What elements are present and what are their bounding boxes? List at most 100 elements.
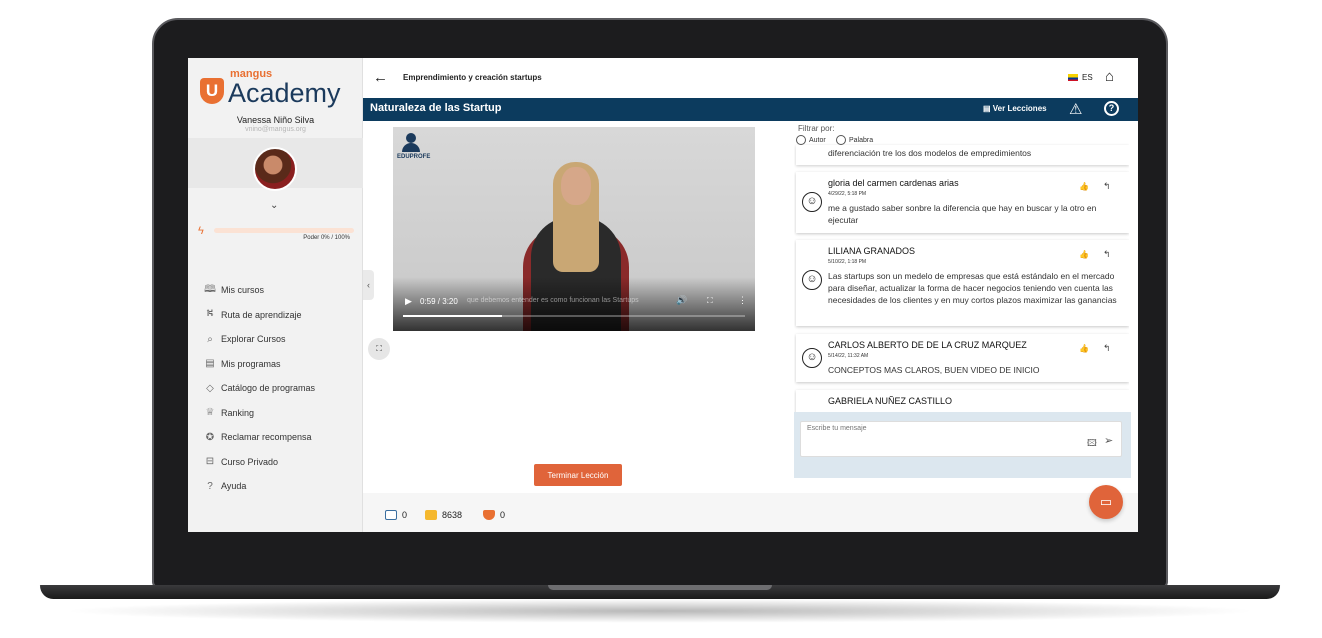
ver-lecciones-label: Ver Lecciones bbox=[992, 104, 1047, 113]
send-icon[interactable]: ➢ bbox=[1104, 434, 1113, 447]
user-email: vnino@mangus.org bbox=[245, 126, 306, 133]
sidebar-item-label: Reclamar recompensa bbox=[221, 432, 312, 443]
play-icon[interactable]: ▶ bbox=[405, 296, 412, 307]
ver-lecciones-button[interactable]: ▤ Ver Lecciones bbox=[983, 104, 1047, 113]
comment-text: Las startups son un medelo de empresas q… bbox=[828, 271, 1117, 305]
sidebar-item-ruta-de-aprendizaje[interactable]: ⛕ Ruta de aprendizaje bbox=[202, 303, 360, 328]
sidebar: mangus U Academy Vanessa Niño Silva vnin… bbox=[188, 58, 363, 532]
comment-date: 5/14/22, 11:32 AM bbox=[828, 353, 869, 359]
filter-autor-radio[interactable]: Autor bbox=[796, 135, 826, 145]
eduprofe-logo-body bbox=[402, 143, 420, 152]
programs-icon: ▤ bbox=[205, 358, 215, 370]
warning-icon[interactable]: ⚠ bbox=[1069, 100, 1082, 118]
message-panel: 🖾 ➢ bbox=[794, 412, 1131, 478]
reply-icon[interactable]: ↰ bbox=[1103, 343, 1111, 354]
stat-value: 8638 bbox=[442, 510, 463, 520]
sidebar-item-label: Mis cursos bbox=[221, 285, 265, 296]
fullscreen-icon[interactable]: ⛶ bbox=[707, 296, 713, 306]
top-header: ← Emprendimiento y creación startups ES … bbox=[363, 58, 1138, 98]
sidebar-item-label: Catálogo de programas bbox=[221, 383, 316, 394]
user-name: Vanessa Niño Silva bbox=[236, 115, 315, 125]
video-progress-bar[interactable] bbox=[403, 315, 745, 317]
comment-card: ☺ CARLOS ALBERTO DE DE LA CRUZ MARQUEZ 5… bbox=[796, 334, 1129, 382]
comment-author: gloria del carmen cardenas arias bbox=[828, 178, 959, 188]
sidebar-item-mis-programas[interactable]: ▤ Mis programas bbox=[202, 352, 360, 377]
comment-card: ☺ LILIANA GRANADOS 5/10/22, 1:18 PM Las … bbox=[796, 240, 1129, 326]
comment-date: 5/10/22, 1:18 PM bbox=[828, 259, 867, 265]
sidebar-item-curso-privado[interactable]: ⊟ Curso Privado bbox=[202, 450, 360, 475]
radio-circle-icon bbox=[836, 135, 846, 145]
like-icon[interactable]: 👍 bbox=[1079, 344, 1089, 353]
user-avatar-icon: ☺ bbox=[802, 270, 822, 290]
image-attach-icon[interactable]: 🖾 bbox=[1087, 436, 1097, 452]
video-player[interactable]: EDUPROFE ▶ 0:59 / 3:20 que debemos enten… bbox=[393, 127, 755, 331]
lesson-title: Naturaleza de las Startup bbox=[370, 102, 502, 114]
video-time: 0:59 / 3:20 bbox=[420, 297, 458, 306]
video-subtitle: que debemos entender es como funcionan l… bbox=[467, 297, 639, 304]
radio-circle-icon bbox=[796, 135, 806, 145]
volume-icon[interactable]: 🔊 bbox=[676, 295, 687, 306]
like-icon[interactable]: 👍 bbox=[1079, 250, 1089, 259]
comment-author: LILIANA GRANADOS bbox=[828, 246, 916, 256]
sidebar-item-explorar-cursos[interactable]: ⌕ Explorar Cursos bbox=[202, 327, 360, 352]
collapse-sidebar-button[interactable]: ‹ bbox=[363, 270, 374, 300]
laptop-shadow bbox=[60, 599, 1260, 623]
user-avatar-icon: ☺ bbox=[802, 348, 822, 368]
colombia-flag-icon bbox=[1068, 74, 1078, 81]
sidebar-item-reclamar-recompensa[interactable]: ✪ Reclamar recompensa bbox=[202, 425, 360, 450]
sidebar-nav: 🕮 Mis cursos ⛕ Ruta de aprendizaje ⌕ Explor… bbox=[202, 278, 360, 499]
terminar-leccion-button[interactable]: Terminar Lección bbox=[534, 464, 622, 486]
more-options-icon[interactable]: ⋮ bbox=[738, 295, 747, 306]
filter-label: Filtrar por: bbox=[798, 124, 835, 133]
laptop-notch bbox=[548, 585, 772, 590]
footer-stats: 0 8638 0 bbox=[363, 493, 1138, 532]
coins-icon bbox=[425, 510, 437, 520]
language-selector[interactable]: ES bbox=[1082, 73, 1093, 82]
help-circle-icon: ? bbox=[207, 480, 213, 492]
back-arrow-icon[interactable]: ← bbox=[373, 69, 388, 86]
user-avatar[interactable] bbox=[253, 147, 297, 191]
presenter-face bbox=[561, 167, 591, 205]
route-icon: ⛕ bbox=[206, 308, 214, 320]
mangus-academy-logo[interactable]: mangus U Academy bbox=[200, 66, 350, 110]
power-label: Poder 0% / 100% bbox=[303, 235, 350, 241]
explore-icon: ⌕ bbox=[207, 333, 213, 345]
lesson-bar: Naturaleza de las Startup ▤ Ver Leccione… bbox=[363, 98, 1138, 121]
reply-icon[interactable]: ↰ bbox=[1103, 249, 1111, 260]
reply-icon[interactable]: ↰ bbox=[1103, 181, 1111, 192]
trophy-icon: ♕ bbox=[205, 407, 215, 419]
logo-u-icon: U bbox=[200, 78, 224, 104]
filter-option-label: Palabra bbox=[849, 136, 874, 144]
sidebar-item-ayuda[interactable]: ? Ayuda bbox=[202, 474, 360, 499]
stat-screens: 0 bbox=[385, 510, 407, 520]
comment-author: CARLOS ALBERTO DE DE LA CRUZ MARQUEZ bbox=[828, 340, 1027, 350]
like-icon[interactable]: 👍 bbox=[1079, 182, 1089, 191]
filter-palabra-radio[interactable]: Palabra bbox=[836, 135, 873, 145]
sidebar-item-label: Ruta de aprendizaje bbox=[221, 309, 302, 320]
stat-mangus: 0 bbox=[483, 510, 505, 520]
chevron-down-icon[interactable]: ⌄ bbox=[270, 200, 278, 211]
app-screen: mangus U Academy Vanessa Niño Silva vnin… bbox=[188, 58, 1138, 532]
sidebar-item-label: Ayuda bbox=[221, 481, 247, 492]
sidebar-item-catalogo-de-programas[interactable]: ◇ Catálogo de programas bbox=[202, 376, 360, 401]
course-title: Emprendimiento y creación startups bbox=[403, 73, 542, 82]
message-input[interactable] bbox=[800, 421, 1122, 457]
screen-icon bbox=[385, 510, 397, 520]
sidebar-item-ranking[interactable]: ♕ Ranking bbox=[202, 401, 360, 426]
comment-card: ☺ gloria del carmen cardenas arias 4/29/… bbox=[796, 172, 1129, 233]
comment-author: GABRIELA NUÑEZ CASTILLO bbox=[828, 396, 953, 406]
comment-partial: diferenciación tre los dos modelos de em… bbox=[796, 145, 1129, 165]
power-progress-bar bbox=[214, 228, 354, 233]
mangus-icon bbox=[483, 510, 495, 520]
expand-icon[interactable]: ⛶ bbox=[368, 338, 390, 360]
book-icon: 🕮 bbox=[204, 283, 216, 295]
stat-value: 0 bbox=[500, 510, 506, 520]
sidebar-item-label: Curso Privado bbox=[221, 456, 279, 467]
stat-coins: 8638 bbox=[425, 510, 462, 520]
sidebar-item-mis-cursos[interactable]: 🕮 Mis cursos bbox=[202, 278, 360, 303]
home-icon[interactable]: ⌂ bbox=[1105, 68, 1114, 85]
stat-value: 0 bbox=[402, 510, 408, 520]
chat-button[interactable]: ▭ bbox=[1089, 485, 1123, 519]
comment-date: 4/29/22, 5:18 PM bbox=[828, 191, 867, 197]
help-icon[interactable]: ? bbox=[1104, 101, 1119, 116]
